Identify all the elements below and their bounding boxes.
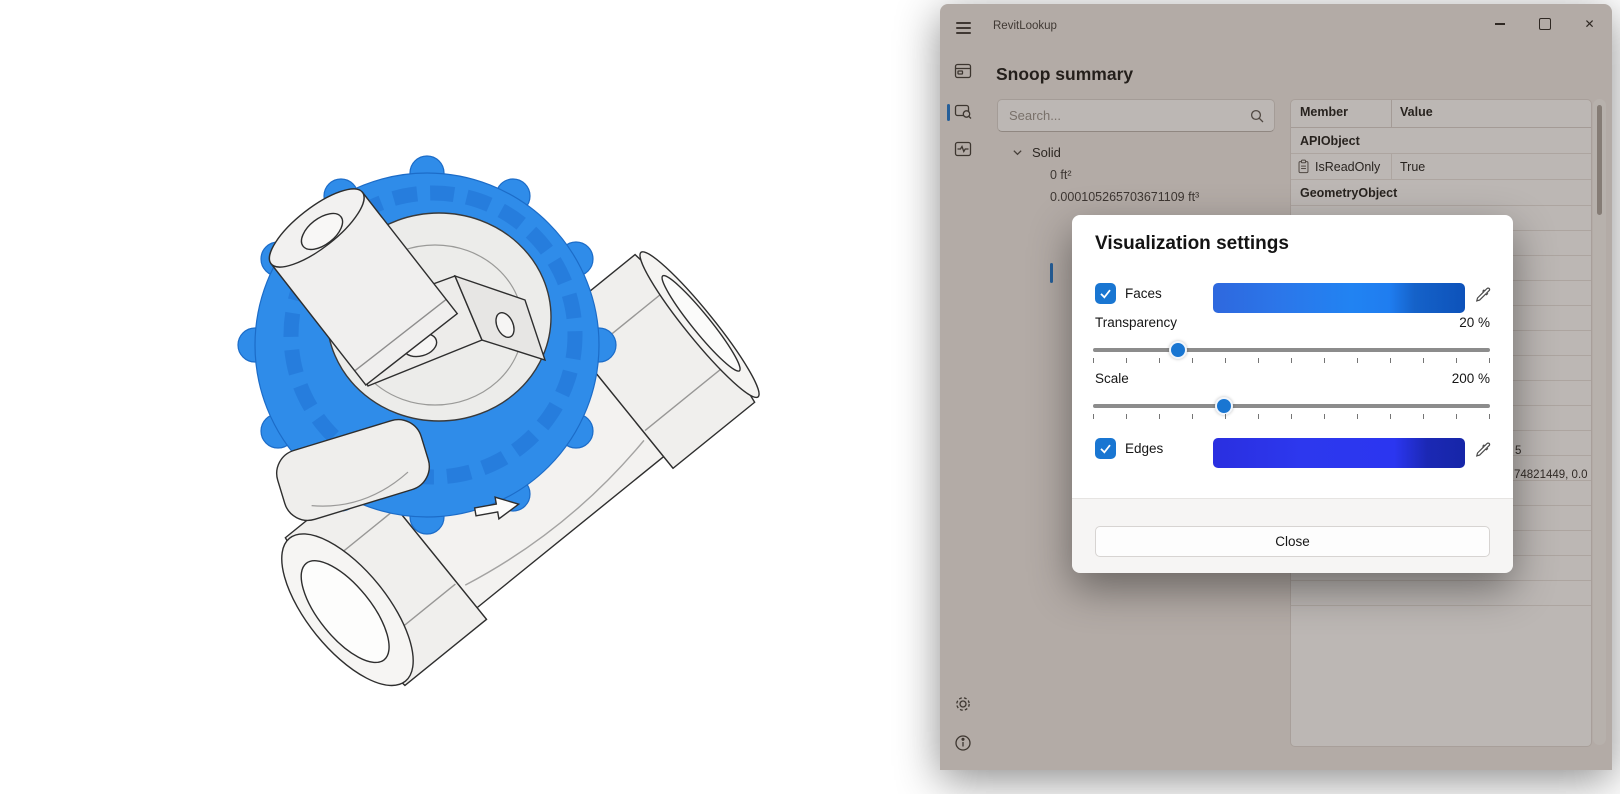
checkmark-icon <box>1098 441 1113 456</box>
checkmark-icon <box>1098 286 1113 301</box>
dialog-footer: Close <box>1072 498 1513 573</box>
visualization-settings-dialog: Visualization settings Faces Transparenc… <box>1072 215 1513 572</box>
edges-color-bar[interactable] <box>1213 438 1465 468</box>
close-dialog-button[interactable]: Close <box>1095 526 1490 557</box>
transparency-value: 20 % <box>1410 315 1490 330</box>
edges-label: Edges <box>1125 441 1163 456</box>
faces-label: Faces <box>1125 286 1162 301</box>
edges-eyedropper-icon[interactable] <box>1474 441 1492 459</box>
scale-slider-ticks <box>1093 414 1491 419</box>
scale-slider-track[interactable] <box>1093 404 1490 408</box>
faces-color-bar[interactable] <box>1213 283 1465 313</box>
transparency-slider-track[interactable] <box>1093 348 1490 352</box>
transparency-slider-thumb[interactable] <box>1169 341 1187 359</box>
faces-eyedropper-icon[interactable] <box>1474 286 1492 304</box>
dialog-title: Visualization settings <box>1095 233 1289 255</box>
screen: RevitLookup ✕ <box>0 0 1620 794</box>
scale-label: Scale <box>1095 371 1129 386</box>
revit-3d-view[interactable] <box>0 0 910 794</box>
edges-checkbox[interactable] <box>1095 438 1116 459</box>
transparency-label: Transparency <box>1095 315 1177 330</box>
scale-slider-thumb[interactable] <box>1215 397 1233 415</box>
revitlookup-window: RevitLookup ✕ <box>940 4 1612 770</box>
faces-checkbox[interactable] <box>1095 283 1116 304</box>
transparency-slider-ticks <box>1093 358 1491 363</box>
scale-value: 200 % <box>1410 371 1490 386</box>
